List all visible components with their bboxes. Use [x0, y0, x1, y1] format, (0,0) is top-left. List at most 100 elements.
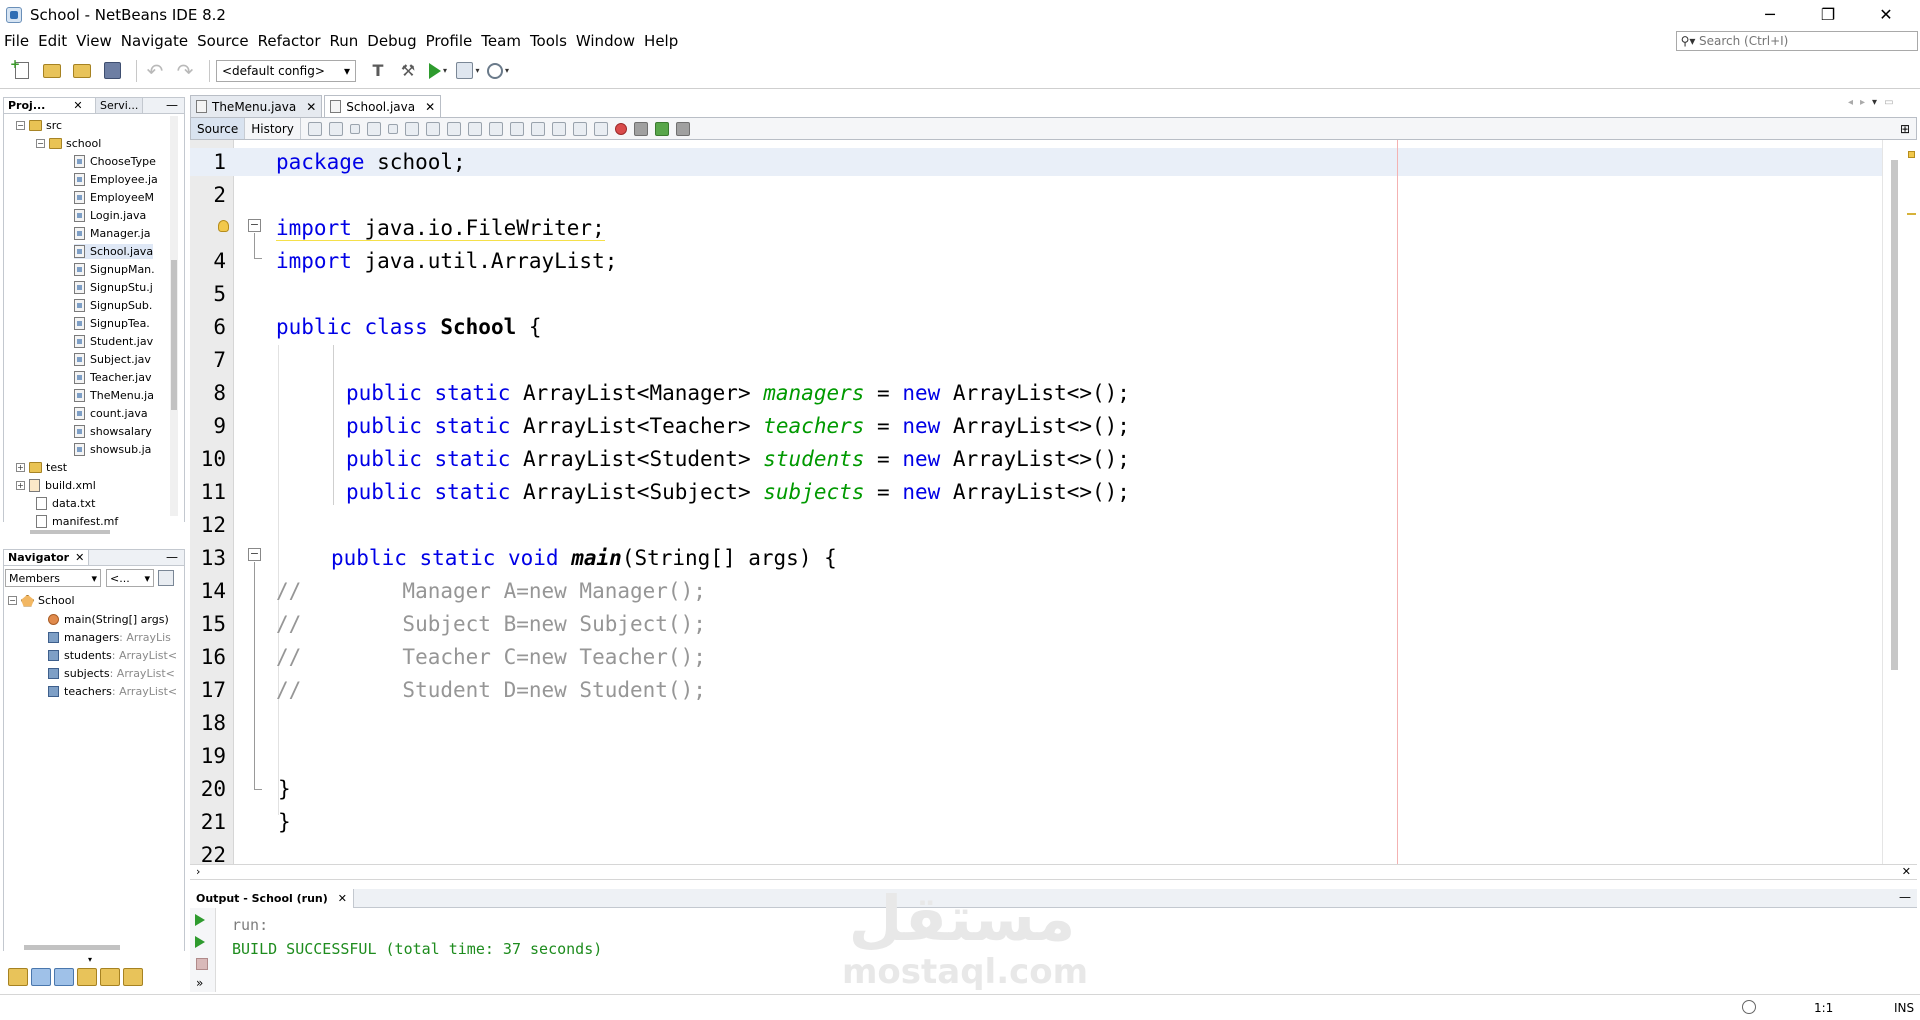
uncomment-icon[interactable]: [675, 121, 690, 136]
minimize-panel-icon[interactable]: —: [166, 550, 178, 564]
tree-item[interactable]: Student.jav: [74, 334, 153, 349]
expand-toggle-icon[interactable]: +: [16, 481, 25, 490]
warning-marker-icon[interactable]: [1908, 151, 1915, 158]
filter-inner-classes-icon[interactable]: [100, 968, 120, 986]
navigator-member[interactable]: subjects : ArrayList<: [48, 666, 175, 681]
split-editor-icon[interactable]: ⊞: [1900, 122, 1910, 136]
navigator-options-icon[interactable]: [158, 570, 174, 586]
shift-left-icon[interactable]: [572, 121, 587, 136]
tab-projects[interactable]: Proj... ✕: [4, 98, 96, 113]
open-project-button[interactable]: [70, 59, 94, 83]
chevron-down-icon[interactable]: ▾: [88, 955, 92, 964]
search-input[interactable]: [1699, 34, 1909, 48]
rerun-with-options-icon[interactable]: [195, 936, 205, 948]
close-icon[interactable]: ✕: [75, 551, 84, 564]
find-icon[interactable]: [404, 121, 419, 136]
tree-item[interactable]: manifest.mf: [36, 514, 118, 529]
last-edit-icon[interactable]: [307, 121, 322, 136]
tree-item[interactable]: − src: [16, 118, 62, 133]
menu-profile[interactable]: Profile: [426, 32, 473, 50]
minimize-button[interactable]: ─: [1742, 0, 1798, 29]
toggle-bookmark-icon[interactable]: [551, 121, 566, 136]
tree-item[interactable]: showsalary: [74, 424, 152, 439]
forward-icon[interactable]: [366, 121, 381, 136]
navigator-filter-select[interactable]: Members ▾: [5, 569, 101, 587]
close-icon[interactable]: ✕: [73, 99, 82, 112]
fold-main-icon[interactable]: −: [248, 548, 261, 561]
menu-tools[interactable]: Tools: [530, 32, 567, 50]
tab-source[interactable]: Source: [191, 118, 246, 139]
filter-fields-icon[interactable]: [8, 968, 28, 986]
navigator-root-class[interactable]: − School: [8, 593, 75, 608]
redo-button[interactable]: ↷: [173, 59, 197, 83]
new-project-button[interactable]: [40, 59, 64, 83]
tree-item[interactable]: SignupStu.j: [74, 280, 153, 295]
editor-horizontal-scrollbar[interactable]: › ✕: [190, 864, 1917, 880]
expand-toggle-icon[interactable]: −: [16, 121, 25, 130]
toggle-rectangular-selection-icon[interactable]: [488, 121, 503, 136]
find-next-icon[interactable]: [446, 121, 461, 136]
menu-help[interactable]: Help: [644, 32, 678, 50]
run-button[interactable]: ▾: [426, 59, 450, 83]
forward-dropdown-icon[interactable]: [387, 123, 398, 134]
navigator-member[interactable]: main (String[] args): [48, 612, 169, 627]
tree-item[interactable]: ChooseType: [74, 154, 156, 169]
stop-icon[interactable]: [196, 958, 208, 970]
navigator-filter2-select[interactable]: <... ▾: [106, 569, 154, 587]
tab-themenu-java[interactable]: TheMenu.java ✕: [190, 95, 323, 117]
next-bookmark-icon[interactable]: [530, 121, 545, 136]
close-icon[interactable]: ✕: [425, 100, 435, 114]
back-icon[interactable]: [328, 121, 343, 136]
menu-window[interactable]: Window: [576, 32, 635, 50]
menu-debug[interactable]: Debug: [367, 32, 416, 50]
new-file-button[interactable]: [10, 57, 34, 83]
chevron-right-icon[interactable]: ›: [196, 865, 200, 878]
editor-vertical-scrollbar[interactable]: [1882, 140, 1917, 864]
tab-school-java[interactable]: School.java ✕: [324, 95, 442, 117]
tree-item[interactable]: TheMenu.ja: [74, 388, 154, 403]
tree-item[interactable]: EmployeeM: [74, 190, 154, 205]
stop-macro-icon[interactable]: [633, 121, 648, 136]
tab-navigator[interactable]: Navigator ✕: [4, 550, 90, 565]
rerun-icon[interactable]: [195, 914, 205, 926]
profile-button[interactable]: ▾: [486, 59, 510, 83]
toggle-highlight-icon[interactable]: [467, 121, 482, 136]
build-button[interactable]: T: [366, 59, 390, 83]
close-icon[interactable]: ✕: [306, 100, 316, 114]
tree-item[interactable]: Teacher.jav: [74, 370, 151, 385]
config-select[interactable]: <default config> ▾: [216, 59, 356, 82]
comment-icon[interactable]: [654, 121, 669, 136]
sort-icon[interactable]: [123, 968, 143, 986]
tab-output-school-run[interactable]: Output - School (run) ✕: [190, 889, 354, 908]
clean-build-button[interactable]: ⚒: [396, 59, 420, 83]
menu-run[interactable]: Run: [330, 32, 359, 50]
undo-button[interactable]: ↶: [143, 59, 167, 83]
tree-item[interactable]: showsub.ja: [74, 442, 151, 457]
find-previous-icon[interactable]: [425, 121, 440, 136]
back-dropdown-icon[interactable]: [349, 123, 360, 134]
tree-item[interactable]: SignupSub.: [74, 298, 152, 313]
tree-item[interactable]: Login.java: [74, 208, 146, 223]
minimize-panel-icon[interactable]: —: [166, 98, 178, 112]
tree-item[interactable]: Subject.jav: [74, 352, 151, 367]
search-icon[interactable]: ⚲▾: [1677, 34, 1699, 48]
tree-item[interactable]: Manager.ja: [74, 226, 151, 241]
expand-toggle-icon[interactable]: +: [16, 463, 25, 472]
expand-toggle-icon[interactable]: −: [36, 139, 45, 148]
close-icon[interactable]: ✕: [1902, 865, 1911, 878]
save-all-button[interactable]: [100, 59, 124, 83]
filter-nonpublic-icon[interactable]: [54, 968, 74, 986]
menu-navigate[interactable]: Navigate: [121, 32, 188, 50]
tree-item[interactable]: SignupMan.: [74, 262, 155, 277]
tree-item[interactable]: − school: [36, 136, 101, 151]
close-icon[interactable]: ✕: [338, 892, 347, 905]
tree-item[interactable]: School.java: [74, 244, 154, 259]
close-button[interactable]: ✕: [1858, 0, 1914, 29]
previous-bookmark-icon[interactable]: [509, 121, 524, 136]
start-macro-icon[interactable]: [614, 122, 627, 135]
tree-item[interactable]: Employee.ja: [74, 172, 158, 187]
minimize-panel-icon[interactable]: —: [1899, 890, 1911, 904]
navigator-member[interactable]: teachers : ArrayList<: [48, 684, 177, 699]
tree-item[interactable]: + build.xml: [16, 478, 96, 493]
menu-view[interactable]: View: [76, 32, 112, 50]
